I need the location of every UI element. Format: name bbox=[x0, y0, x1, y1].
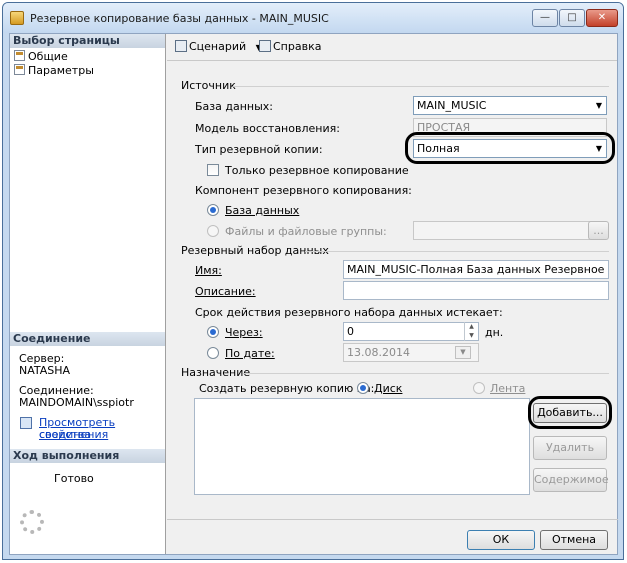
tape-radio[interactable] bbox=[473, 382, 485, 394]
progress-status: Готово bbox=[54, 472, 94, 485]
backup-type-label: Тип резервной копии: bbox=[195, 143, 323, 156]
expires-label: Срок действия резервного набора данных и… bbox=[195, 306, 503, 319]
divider bbox=[243, 373, 609, 374]
days-unit-label: дн. bbox=[485, 326, 504, 339]
expire-on-radio[interactable] bbox=[207, 347, 219, 359]
destination-list[interactable] bbox=[194, 398, 530, 495]
help-label: Справка bbox=[273, 40, 322, 53]
expire-days-input[interactable]: 0 bbox=[343, 322, 479, 341]
view-connection-properties-link-line2[interactable]: соединения bbox=[39, 429, 108, 441]
expire-after-radio[interactable] bbox=[207, 326, 219, 338]
spin-up-icon[interactable]: ▲ bbox=[465, 322, 478, 331]
database-select[interactable]: MAIN_MUSIC ▼ bbox=[413, 96, 607, 115]
browse-files-button[interactable]: ... bbox=[588, 221, 609, 240]
script-label: Сценарий bbox=[189, 40, 247, 53]
database-value: MAIN_MUSIC bbox=[417, 99, 487, 112]
days-spin-buttons[interactable]: ▲ ▼ bbox=[464, 322, 478, 341]
component-files-label: Файлы и файловые группы: bbox=[225, 225, 387, 238]
highlight-annotation bbox=[405, 132, 615, 164]
backup-to-label: Создать резервную копию на: bbox=[199, 382, 375, 395]
sidebar-item-options[interactable]: Параметры bbox=[14, 64, 94, 77]
help-button[interactable]: Справка bbox=[259, 40, 321, 53]
sidebar: Выбор страницы Общие Параметры Соединени… bbox=[10, 34, 166, 554]
expire-on-label: По дате: bbox=[225, 347, 275, 360]
divider bbox=[233, 86, 609, 87]
server-value: NATASHA bbox=[19, 364, 71, 377]
progress-header: Ход выполнения bbox=[10, 449, 165, 463]
disk-radio[interactable] bbox=[357, 382, 369, 394]
spin-down-icon[interactable]: ▼ bbox=[465, 331, 478, 340]
cancel-button[interactable]: Отмена bbox=[540, 530, 608, 550]
sidebar-item-label: Общие bbox=[28, 50, 68, 63]
title-bar: Резервное копирование базы данных - MAIN… bbox=[3, 3, 623, 33]
expire-after-label: Через: bbox=[225, 326, 263, 339]
tape-label: Лента bbox=[490, 382, 526, 395]
database-backup-icon bbox=[10, 11, 24, 25]
window-title: Резервное копирование базы данных - MAIN… bbox=[30, 12, 329, 25]
connection-header: Соединение bbox=[10, 332, 165, 346]
description-label: Описание: bbox=[195, 285, 256, 298]
script-button[interactable]: Сценарий ▼ bbox=[175, 40, 262, 53]
minimize-button[interactable]: — bbox=[532, 9, 558, 27]
copy-only-checkbox[interactable] bbox=[207, 164, 219, 176]
contents-button[interactable]: Содержимое bbox=[533, 468, 609, 492]
backup-dialog-window: Резервное копирование базы данных - MAIN… bbox=[2, 2, 624, 560]
destination-group-label: Назначение bbox=[181, 366, 251, 379]
disk-label: Диск bbox=[374, 382, 403, 395]
maximize-button[interactable]: □ bbox=[559, 9, 585, 27]
files-filegroups-field bbox=[413, 221, 595, 240]
footer-divider bbox=[167, 519, 618, 520]
toolbar: Сценарий ▼ Справка bbox=[167, 34, 617, 58]
pages-header: Выбор страницы bbox=[10, 34, 165, 48]
database-label: База данных: bbox=[195, 100, 274, 113]
backup-component-label: Компонент резервного копирования: bbox=[195, 184, 412, 197]
connection-properties-icon bbox=[20, 417, 32, 429]
sidebar-item-general[interactable]: Общие bbox=[14, 50, 68, 63]
description-input[interactable] bbox=[343, 281, 609, 300]
remove-destination-button[interactable]: Удалить bbox=[533, 436, 607, 460]
main-panel: Сценарий ▼ Справка Источник База данных:… bbox=[167, 34, 617, 519]
script-icon bbox=[175, 40, 187, 52]
close-button[interactable]: ✕ bbox=[586, 9, 618, 27]
toolbar-divider bbox=[167, 60, 617, 61]
component-files-radio[interactable] bbox=[207, 225, 219, 237]
progress-spinner-icon bbox=[20, 510, 44, 534]
copy-only-label: Только резервное копирование bbox=[225, 164, 409, 177]
help-icon bbox=[259, 40, 271, 52]
calendar-dropdown-icon[interactable]: ▼ bbox=[455, 346, 471, 359]
connection-value: MAINDOMAIN\sspiotr bbox=[19, 396, 134, 409]
component-database-radio[interactable] bbox=[207, 204, 219, 216]
dialog-client-area: Выбор страницы Общие Параметры Соединени… bbox=[9, 33, 618, 555]
backup-name-input[interactable]: MAIN_MUSIC-Полная База данных Резервное … bbox=[343, 260, 609, 279]
ok-button[interactable]: ОК bbox=[467, 530, 535, 550]
chevron-down-icon: ▼ bbox=[595, 101, 603, 110]
source-group-label: Источник bbox=[181, 79, 236, 92]
component-database-label: База данных bbox=[225, 204, 300, 217]
recovery-model-label: Модель восстановления: bbox=[195, 122, 340, 135]
sidebar-item-label: Параметры bbox=[28, 64, 94, 77]
page-icon bbox=[14, 50, 25, 61]
name-label: Имя: bbox=[195, 264, 222, 277]
page-icon bbox=[14, 64, 25, 75]
divider bbox=[305, 251, 609, 252]
highlight-annotation bbox=[528, 396, 612, 429]
